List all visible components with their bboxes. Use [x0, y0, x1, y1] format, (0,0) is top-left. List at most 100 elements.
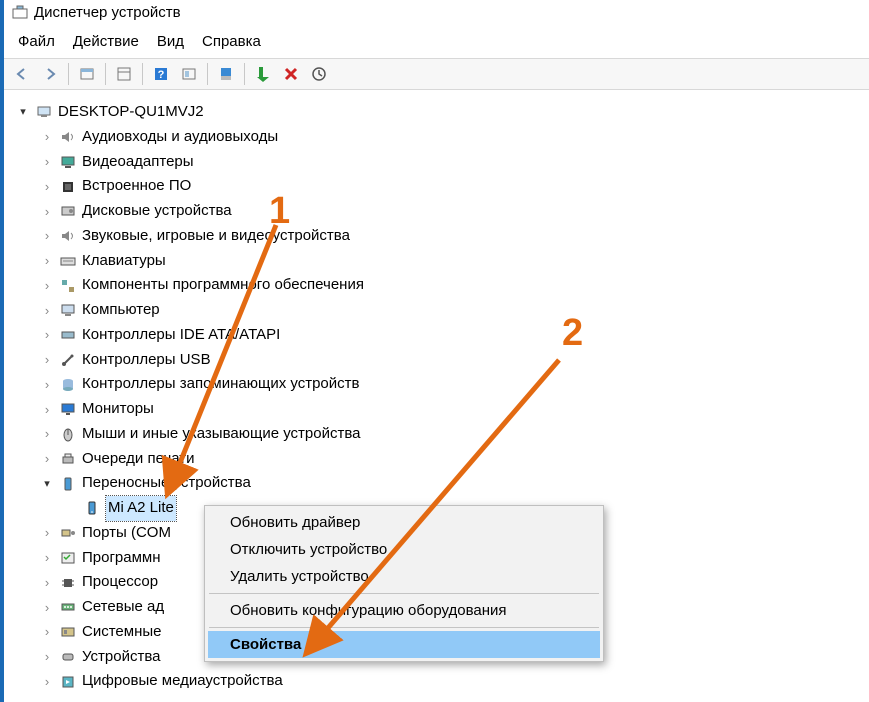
speaker-icon [60, 228, 76, 244]
storage-icon [60, 377, 76, 393]
expand-toggle[interactable] [40, 328, 54, 342]
expand-toggle[interactable] [40, 675, 54, 689]
chip-icon [60, 179, 76, 195]
media-icon [60, 674, 76, 690]
expand-toggle[interactable] [40, 254, 54, 268]
tree-category[interactable]: Звуковые, игровые и видеоустройства [10, 224, 863, 249]
controller-icon [60, 327, 76, 343]
display-icon [60, 154, 76, 170]
expand-toggle[interactable] [40, 551, 54, 565]
expand-toggle[interactable] [40, 576, 54, 590]
tree-category[interactable]: Контроллеры запоминающих устройств [10, 372, 863, 397]
printer-icon [60, 451, 76, 467]
tree-category[interactable]: Компьютер [10, 298, 863, 323]
show-hidden-button[interactable] [75, 62, 99, 86]
category-label: Очереди печати [82, 447, 195, 472]
enable-button[interactable] [251, 62, 275, 86]
menu-file[interactable]: Файл [18, 33, 55, 50]
software-icon [60, 550, 76, 566]
back-button[interactable] [10, 62, 34, 86]
category-label: Мыши и иные указывающие устройства [82, 422, 360, 447]
hid-icon [60, 649, 76, 665]
expand-toggle[interactable] [40, 353, 54, 367]
context-menu: Обновить драйвер Отключить устройство Уд… [204, 505, 604, 662]
ctx-uninstall-device[interactable]: Удалить устройство [208, 563, 600, 590]
expand-toggle[interactable] [40, 180, 54, 194]
expand-toggle[interactable] [40, 279, 54, 293]
mouse-icon [60, 426, 76, 442]
help-button[interactable]: ? [149, 62, 173, 86]
port-icon [60, 525, 76, 541]
expand-toggle[interactable] [40, 650, 54, 664]
expand-toggle[interactable] [16, 105, 30, 119]
expand-toggle[interactable] [40, 229, 54, 243]
ctx-disable-device[interactable]: Отключить устройство [208, 536, 600, 563]
tree-category[interactable]: Компоненты программного обеспечения [10, 273, 863, 298]
network-icon [60, 599, 76, 615]
category-label: Порты (COM [82, 521, 171, 546]
window-title: Диспетчер устройств [34, 4, 181, 21]
tree-category[interactable]: Очереди печати [10, 447, 863, 472]
device-label: Mi A2 Lite [106, 496, 176, 521]
properties-button[interactable] [112, 62, 136, 86]
category-label: Переносные устройства [82, 471, 251, 496]
tree-category[interactable]: Контроллеры USB [10, 348, 863, 373]
tree-category[interactable]: Дисковые устройства [10, 199, 863, 224]
tree-category[interactable]: Встроенное ПО [10, 174, 863, 199]
ctx-scan-hardware[interactable]: Обновить конфигурацию оборудования [208, 597, 600, 624]
forward-button[interactable] [38, 62, 62, 86]
tree-root[interactable]: DESKTOP-QU1MVJ2 [10, 100, 863, 125]
expand-toggle[interactable] [40, 625, 54, 639]
category-label: Цифровые медиаустройства [82, 669, 283, 694]
uninstall-button[interactable] [279, 62, 303, 86]
menu-help[interactable]: Справка [202, 33, 261, 50]
expand-toggle[interactable] [40, 477, 54, 491]
category-label: Контроллеры IDE ATA/ATAPI [82, 323, 280, 348]
ctx-update-driver[interactable]: Обновить драйвер [208, 509, 600, 536]
category-label: Мониторы [82, 397, 154, 422]
category-label: Контроллеры USB [82, 348, 211, 373]
expand-toggle[interactable] [40, 452, 54, 466]
expand-toggle[interactable] [40, 378, 54, 392]
ctx-separator [209, 593, 599, 594]
expand-toggle[interactable] [40, 402, 54, 416]
keyboard-icon [60, 253, 76, 269]
scan-hardware-button[interactable] [307, 62, 331, 86]
category-label: Программн [82, 546, 161, 571]
component-icon [60, 278, 76, 294]
cpu-icon [60, 575, 76, 591]
category-label: Дисковые устройства [82, 199, 232, 224]
category-label: Системные [82, 620, 161, 645]
menu-view[interactable]: Вид [157, 33, 184, 50]
update-driver-button[interactable] [214, 62, 238, 86]
tree-category[interactable]: Контроллеры IDE ATA/ATAPI [10, 323, 863, 348]
expand-toggle[interactable] [40, 204, 54, 218]
app-icon [12, 5, 28, 21]
expand-toggle[interactable] [40, 600, 54, 614]
portable-icon [60, 476, 76, 492]
menu-action[interactable]: Действие [73, 33, 139, 50]
toolbar: ? [4, 58, 869, 90]
expand-toggle[interactable] [40, 526, 54, 540]
tree-category[interactable]: Видеоадаптеры [10, 150, 863, 175]
tree-category[interactable]: Клавиатуры [10, 249, 863, 274]
expand-toggle[interactable] [40, 303, 54, 317]
tree-category[interactable]: Аудиовходы и аудиовыходы [10, 125, 863, 150]
expand-toggle[interactable] [40, 130, 54, 144]
expand-toggle[interactable] [40, 427, 54, 441]
tree-category[interactable]: Переносные устройства [10, 471, 863, 496]
tree-category[interactable]: Цифровые медиаустройства [10, 669, 863, 694]
drive-icon [60, 203, 76, 219]
computer-icon [60, 302, 76, 318]
annotation-1: 1 [269, 190, 290, 233]
scan-button[interactable] [177, 62, 201, 86]
tree-category[interactable]: Мониторы [10, 397, 863, 422]
tree-category[interactable]: Мыши и иные указывающие устройства [10, 422, 863, 447]
expand-toggle[interactable] [40, 155, 54, 169]
root-label: DESKTOP-QU1MVJ2 [58, 100, 204, 125]
computer-icon [36, 104, 52, 120]
ctx-properties[interactable]: Свойства [208, 631, 600, 658]
category-label: Компоненты программного обеспечения [82, 273, 364, 298]
category-label: Звуковые, игровые и видеоустройства [82, 224, 350, 249]
category-label: Контроллеры запоминающих устройств [82, 372, 359, 397]
